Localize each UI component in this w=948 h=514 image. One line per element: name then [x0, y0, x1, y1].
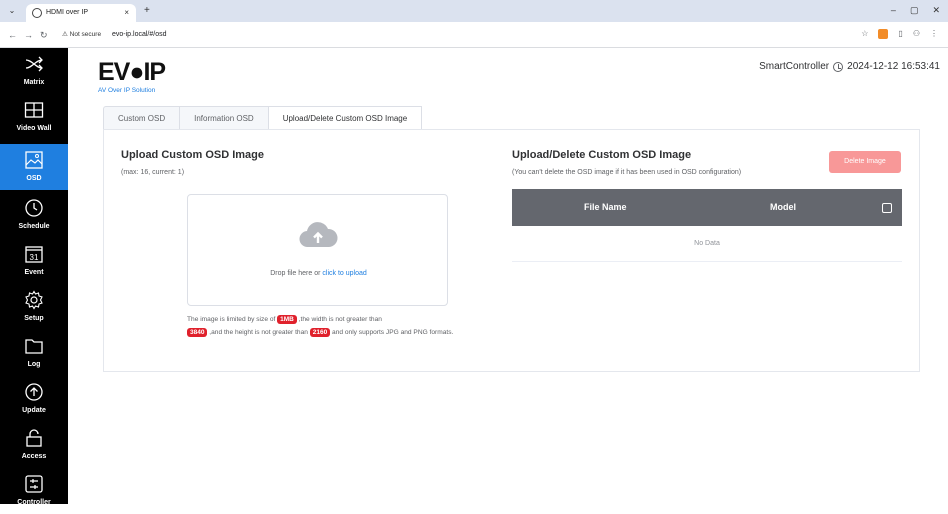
- side-panel-icon[interactable]: ▯: [898, 28, 902, 40]
- sidebar-item-label: Setup: [24, 315, 44, 322]
- width-limit-tag: 3840: [187, 328, 208, 337]
- forward-button[interactable]: →: [24, 29, 33, 41]
- main-content: EV●IP AV Over IP Solution SmartControlle…: [68, 48, 948, 504]
- url-text: evo-ip.local/#/osd: [112, 31, 167, 38]
- upload-section-title: Upload Custom OSD Image: [121, 149, 265, 161]
- calendar-day-text: 31: [30, 253, 39, 262]
- manage-warning-text: (You can't delete the OSD image if it ha…: [512, 169, 742, 176]
- back-button[interactable]: ←: [8, 29, 17, 41]
- upload-limits-note: The image is limited by size of 1MB ,the…: [187, 313, 457, 339]
- shuffle-icon: [25, 56, 43, 72]
- note-text: The image is limited by size of: [187, 316, 278, 323]
- extension-icon[interactable]: [878, 29, 889, 39]
- menu-icon[interactable]: ⋮: [930, 28, 938, 40]
- sidebar-item-label: Event: [24, 269, 44, 276]
- controller-icon: [25, 475, 43, 493]
- sidebar-item-setup[interactable]: Setup: [0, 284, 68, 330]
- browser-toolbar: ← → ↻ ⚠ Not secure evo-ip.local/#/osd ☆ …: [0, 22, 948, 48]
- sidebar-item-update[interactable]: Update: [0, 376, 68, 422]
- reload-button[interactable]: ↻: [40, 29, 48, 41]
- osd-image-table: File Name Model No Data: [512, 189, 902, 262]
- not-secure-badge[interactable]: ⚠ Not secure: [62, 29, 101, 41]
- restore-button[interactable]: ▢: [910, 4, 919, 16]
- dropzone-prompt: Drop file here or: [270, 270, 323, 277]
- sidebar-item-label: Access: [21, 453, 47, 460]
- sidebar-item-event[interactable]: 31 Event: [0, 238, 68, 284]
- logo-subtitle: AV Over IP Solution: [98, 87, 156, 94]
- size-limit-tag: 1MB: [277, 315, 297, 324]
- upload-dropzone[interactable]: Drop file here or click to upload: [187, 194, 448, 306]
- column-model: Model: [770, 202, 796, 212]
- star-icon[interactable]: ☆: [861, 28, 868, 40]
- cloud-upload-icon: [299, 222, 338, 248]
- sidebar-item-schedule[interactable]: Schedule: [0, 192, 68, 238]
- sidebar-item-log[interactable]: Log: [0, 330, 68, 376]
- manage-section-title: Upload/Delete Custom OSD Image: [512, 149, 692, 161]
- new-tab-button[interactable]: +: [144, 6, 150, 16]
- globe-icon: [32, 8, 42, 18]
- folder-icon: [25, 339, 43, 354]
- sidebar-item-matrix[interactable]: Matrix: [0, 48, 68, 94]
- note-text: ,and the height is not greater than: [207, 329, 310, 336]
- controller-status: SmartController 2024-12-12 16:53:41: [759, 60, 940, 74]
- osd-image-panel: Upload Custom OSD Image (max: 16, curren…: [103, 129, 920, 372]
- profile-icon[interactable]: ⚇: [913, 28, 920, 40]
- osd-tabs: Custom OSD Information OSD Upload/Delete…: [103, 106, 423, 130]
- sidebar-item-label: Video Wall: [16, 125, 52, 132]
- address-bar[interactable]: ⚠ Not secure evo-ip.local/#/osd: [62, 26, 822, 44]
- note-text: and only supports JPG and PNG formats.: [330, 329, 454, 336]
- window-controls: – ▢ ✕: [891, 4, 940, 16]
- sidebar-item-controller[interactable]: Controller: [0, 468, 68, 514]
- tab-title: HDMI over IP: [46, 9, 89, 16]
- tab-information-osd[interactable]: Information OSD: [179, 106, 268, 130]
- sidebar-item-osd[interactable]: OSD: [0, 144, 68, 190]
- column-file-name: File Name: [584, 202, 627, 212]
- upload-count-text: (max: 16, current: 1): [121, 169, 185, 176]
- close-tab-button[interactable]: ×: [124, 7, 129, 19]
- tab-strip: ⌄ HDMI over IP × + – ▢ ✕: [0, 0, 948, 22]
- calendar-icon: 31: [25, 246, 43, 263]
- image-icon: [25, 151, 43, 169]
- datetime-text: 2024-12-12 16:53:41: [847, 61, 940, 72]
- sidebar-item-label: OSD: [26, 175, 42, 182]
- sidebar-item-label: Controller: [17, 499, 51, 506]
- sidebar-item-video-wall[interactable]: Video Wall: [0, 94, 68, 140]
- browser-tab[interactable]: HDMI over IP ×: [26, 4, 136, 22]
- sidebar-item-label: Matrix: [23, 79, 45, 86]
- sidebar-item-label: Schedule: [18, 223, 50, 230]
- upload-circle-icon: [25, 383, 43, 401]
- table-body: No Data: [512, 226, 902, 262]
- tab-search-button[interactable]: ⌄: [6, 5, 18, 17]
- toolbar-actions: ☆ ▯ ⚇ ⋮: [861, 28, 938, 40]
- sidebar: Matrix Video Wall OSD Schedule 31 Event …: [0, 48, 68, 506]
- sidebar-item-access[interactable]: Access: [0, 422, 68, 468]
- delete-image-button[interactable]: Delete Image: [829, 151, 901, 173]
- controller-name: SmartController: [759, 61, 830, 72]
- tab-upload-delete-image[interactable]: Upload/Delete Custom OSD Image: [267, 106, 423, 130]
- logo-text: EV●IP: [98, 58, 166, 86]
- logo: EV●IP AV Over IP Solution: [98, 58, 188, 98]
- clock-icon: [833, 62, 844, 72]
- empty-text: No Data: [694, 240, 720, 247]
- video-wall-icon: [24, 102, 44, 118]
- clock-icon: [25, 199, 43, 217]
- height-limit-tag: 2160: [309, 328, 331, 337]
- click-to-upload-link[interactable]: click to upload: [322, 270, 366, 277]
- lock-icon: [26, 429, 42, 447]
- table-header: File Name Model: [512, 189, 902, 226]
- note-text: ,the width is not greater than: [296, 316, 382, 323]
- tab-custom-osd[interactable]: Custom OSD: [103, 106, 180, 130]
- sidebar-item-label: Update: [22, 407, 46, 414]
- minimize-button[interactable]: –: [891, 4, 896, 16]
- sidebar-item-label: Log: [27, 361, 41, 368]
- select-all-checkbox[interactable]: [882, 203, 892, 213]
- gear-icon: [25, 290, 43, 310]
- close-window-button[interactable]: ✕: [932, 4, 940, 16]
- dropzone-text: Drop file here or click to upload: [188, 269, 449, 279]
- browser-chrome: ⌄ HDMI over IP × + – ▢ ✕ ← → ↻ ⚠ Not sec…: [0, 0, 948, 48]
